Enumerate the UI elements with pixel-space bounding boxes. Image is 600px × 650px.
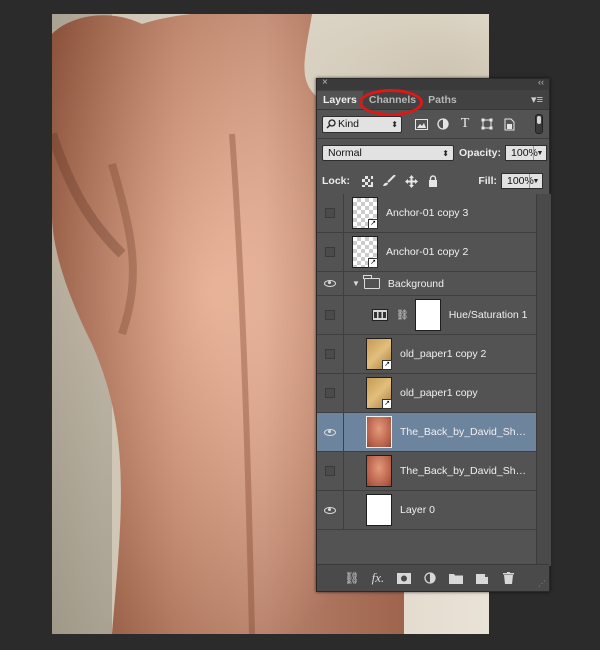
blend-mode-value: Normal <box>328 147 362 159</box>
trash-icon[interactable] <box>495 568 521 588</box>
smart-object-badge-icon: ↗ <box>368 258 378 268</box>
hidden-visibility-box <box>325 349 335 359</box>
search-icon <box>326 119 336 129</box>
layer-thumbnail: ↗ <box>366 338 392 370</box>
eye-icon <box>324 428 336 436</box>
smart-object-badge-icon: ↗ <box>368 219 378 229</box>
eye-icon <box>324 280 336 287</box>
lock-row: Lock: Fill: 100% ▼ <box>317 167 549 195</box>
folder-icon <box>363 275 380 289</box>
close-panel-icon[interactable]: × <box>322 77 328 88</box>
hidden-visibility-box <box>325 310 335 320</box>
hidden-visibility-box <box>325 466 335 476</box>
layer-name: old_paper1 copy <box>400 387 478 399</box>
filter-kind-select[interactable]: Kind ⬍ <box>322 115 402 133</box>
new-layer-icon[interactable] <box>469 568 495 588</box>
layers-panel: × ‹‹ Layers Channels Paths ▾≡ Kind ⬍ T N… <box>316 77 551 592</box>
layer-row[interactable]: The_Back_by_David_Shan... <box>317 452 536 491</box>
smart-object-filter-icon[interactable] <box>498 116 520 133</box>
lock-transparent-pixels-icon[interactable] <box>356 173 378 189</box>
shape-filter-icon[interactable] <box>476 116 498 133</box>
collapse-panel-icon[interactable]: ‹‹ <box>538 77 544 87</box>
visibility-toggle[interactable] <box>317 296 344 334</box>
layer-row[interactable]: Layer 0 <box>317 491 536 530</box>
chevron-down-icon[interactable]: ▼ <box>529 174 542 188</box>
visibility-toggle[interactable] <box>317 233 344 271</box>
new-group-folder-icon[interactable] <box>443 568 469 588</box>
adjustment-filter-icon[interactable] <box>432 116 454 133</box>
lock-label: Lock: <box>322 175 351 187</box>
lock-position-move-icon[interactable] <box>400 173 422 189</box>
tab-layers[interactable]: Layers <box>317 91 363 109</box>
layer-mask-thumbnail <box>414 299 441 331</box>
visibility-toggle[interactable] <box>317 335 344 373</box>
visibility-toggle[interactable] <box>317 194 344 232</box>
link-chain-icon[interactable]: ⛓ <box>396 310 409 321</box>
resize-grip-icon[interactable]: ⋰ <box>538 579 546 588</box>
layer-row[interactable]: ↗ old_paper1 copy 2 <box>317 335 536 374</box>
blend-mode-select[interactable]: Normal ⬍ <box>322 145 454 161</box>
layer-row[interactable]: ⛓ Hue/Saturation 1 <box>317 296 536 335</box>
fill-field[interactable]: 100% ▼ <box>501 173 543 189</box>
filter-row: Kind ⬍ T <box>317 110 549 138</box>
smart-object-badge-icon: ↗ <box>382 399 392 409</box>
layer-name: old_paper1 copy 2 <box>400 348 487 360</box>
layers-list: ↗ Anchor-01 copy 3 ↗ Anchor-01 copy 2 ▼ … <box>317 194 536 566</box>
tab-paths[interactable]: Paths <box>422 91 463 109</box>
layer-thumbnail <box>366 455 392 487</box>
hue-saturation-adjustment-icon <box>372 309 388 321</box>
visibility-toggle[interactable] <box>317 272 344 295</box>
layer-name: The_Back_by_David_Shan... <box>400 426 530 438</box>
layers-scrollbar[interactable] <box>536 194 551 566</box>
pixel-layer-filter-icon[interactable] <box>410 116 432 133</box>
updown-arrows-icon: ⬍ <box>391 119 398 129</box>
chevron-down-icon[interactable]: ▼ <box>533 146 546 160</box>
layer-thumbnail <box>366 416 392 448</box>
layer-name: The_Back_by_David_Shan... <box>400 465 530 477</box>
layer-thumbnail <box>366 494 392 526</box>
visibility-toggle[interactable] <box>317 413 344 451</box>
layer-row[interactable]: ↗ old_paper1 copy <box>317 374 536 413</box>
layer-name: Layer 0 <box>400 504 436 516</box>
visibility-toggle[interactable] <box>317 491 344 529</box>
layer-style-fx-icon[interactable]: fx. <box>365 568 391 588</box>
lock-image-pixels-brush-icon[interactable] <box>378 173 400 189</box>
layer-row-selected[interactable]: The_Back_by_David_Shan... <box>317 413 536 452</box>
new-adjustment-layer-icon[interactable] <box>417 568 443 588</box>
link-layers-icon[interactable]: ⛓ <box>339 568 365 588</box>
layer-row[interactable]: ↗ Anchor-01 copy 2 <box>317 233 536 272</box>
layer-group-name: Background <box>387 277 444 290</box>
filter-toggle-switch[interactable] <box>535 114 543 134</box>
hidden-visibility-box <box>325 247 335 257</box>
filter-kind-label: Kind <box>338 118 360 130</box>
opacity-field[interactable]: 100% ▼ <box>505 145 548 161</box>
layer-name: Anchor-01 copy 3 <box>386 207 469 219</box>
add-mask-icon[interactable] <box>391 568 417 588</box>
visibility-toggle[interactable] <box>317 374 344 412</box>
opacity-label: Opacity: <box>459 147 502 159</box>
updown-arrows-icon: ⬍ <box>442 148 449 158</box>
eye-icon <box>324 506 336 514</box>
hidden-visibility-box <box>325 208 335 218</box>
layer-thumbnail: ↗ <box>366 377 392 409</box>
layer-thumbnail: ↗ <box>352 197 378 229</box>
lock-all-icon[interactable] <box>422 173 444 189</box>
blend-row: Normal ⬍ Opacity: 100% ▼ <box>317 139 549 167</box>
panel-title-bar[interactable]: × ‹‹ <box>317 77 549 90</box>
fill-label: Fill: <box>478 175 497 187</box>
panel-bottom-toolbar: ⛓ fx. ⋰ <box>317 564 549 591</box>
panel-tabs: Layers Channels Paths ▾≡ <box>317 89 549 116</box>
visibility-toggle[interactable] <box>317 452 344 490</box>
type-filter-icon[interactable]: T <box>454 116 476 133</box>
layer-group-row[interactable]: ▼ Background <box>317 272 536 296</box>
panel-menu-icon[interactable]: ▾≡ <box>531 93 543 106</box>
layer-name: Anchor-01 copy 2 <box>386 246 469 258</box>
layer-name: Hue/Saturation 1 <box>448 309 528 321</box>
smart-object-badge-icon: ↗ <box>382 360 392 370</box>
layer-thumbnail: ↗ <box>352 236 378 268</box>
fill-control: Fill: 100% ▼ <box>473 173 543 189</box>
layer-row[interactable]: ↗ Anchor-01 copy 3 <box>317 194 536 233</box>
hidden-visibility-box <box>325 388 335 398</box>
expand-triangle-icon[interactable]: ▼ <box>352 279 360 288</box>
